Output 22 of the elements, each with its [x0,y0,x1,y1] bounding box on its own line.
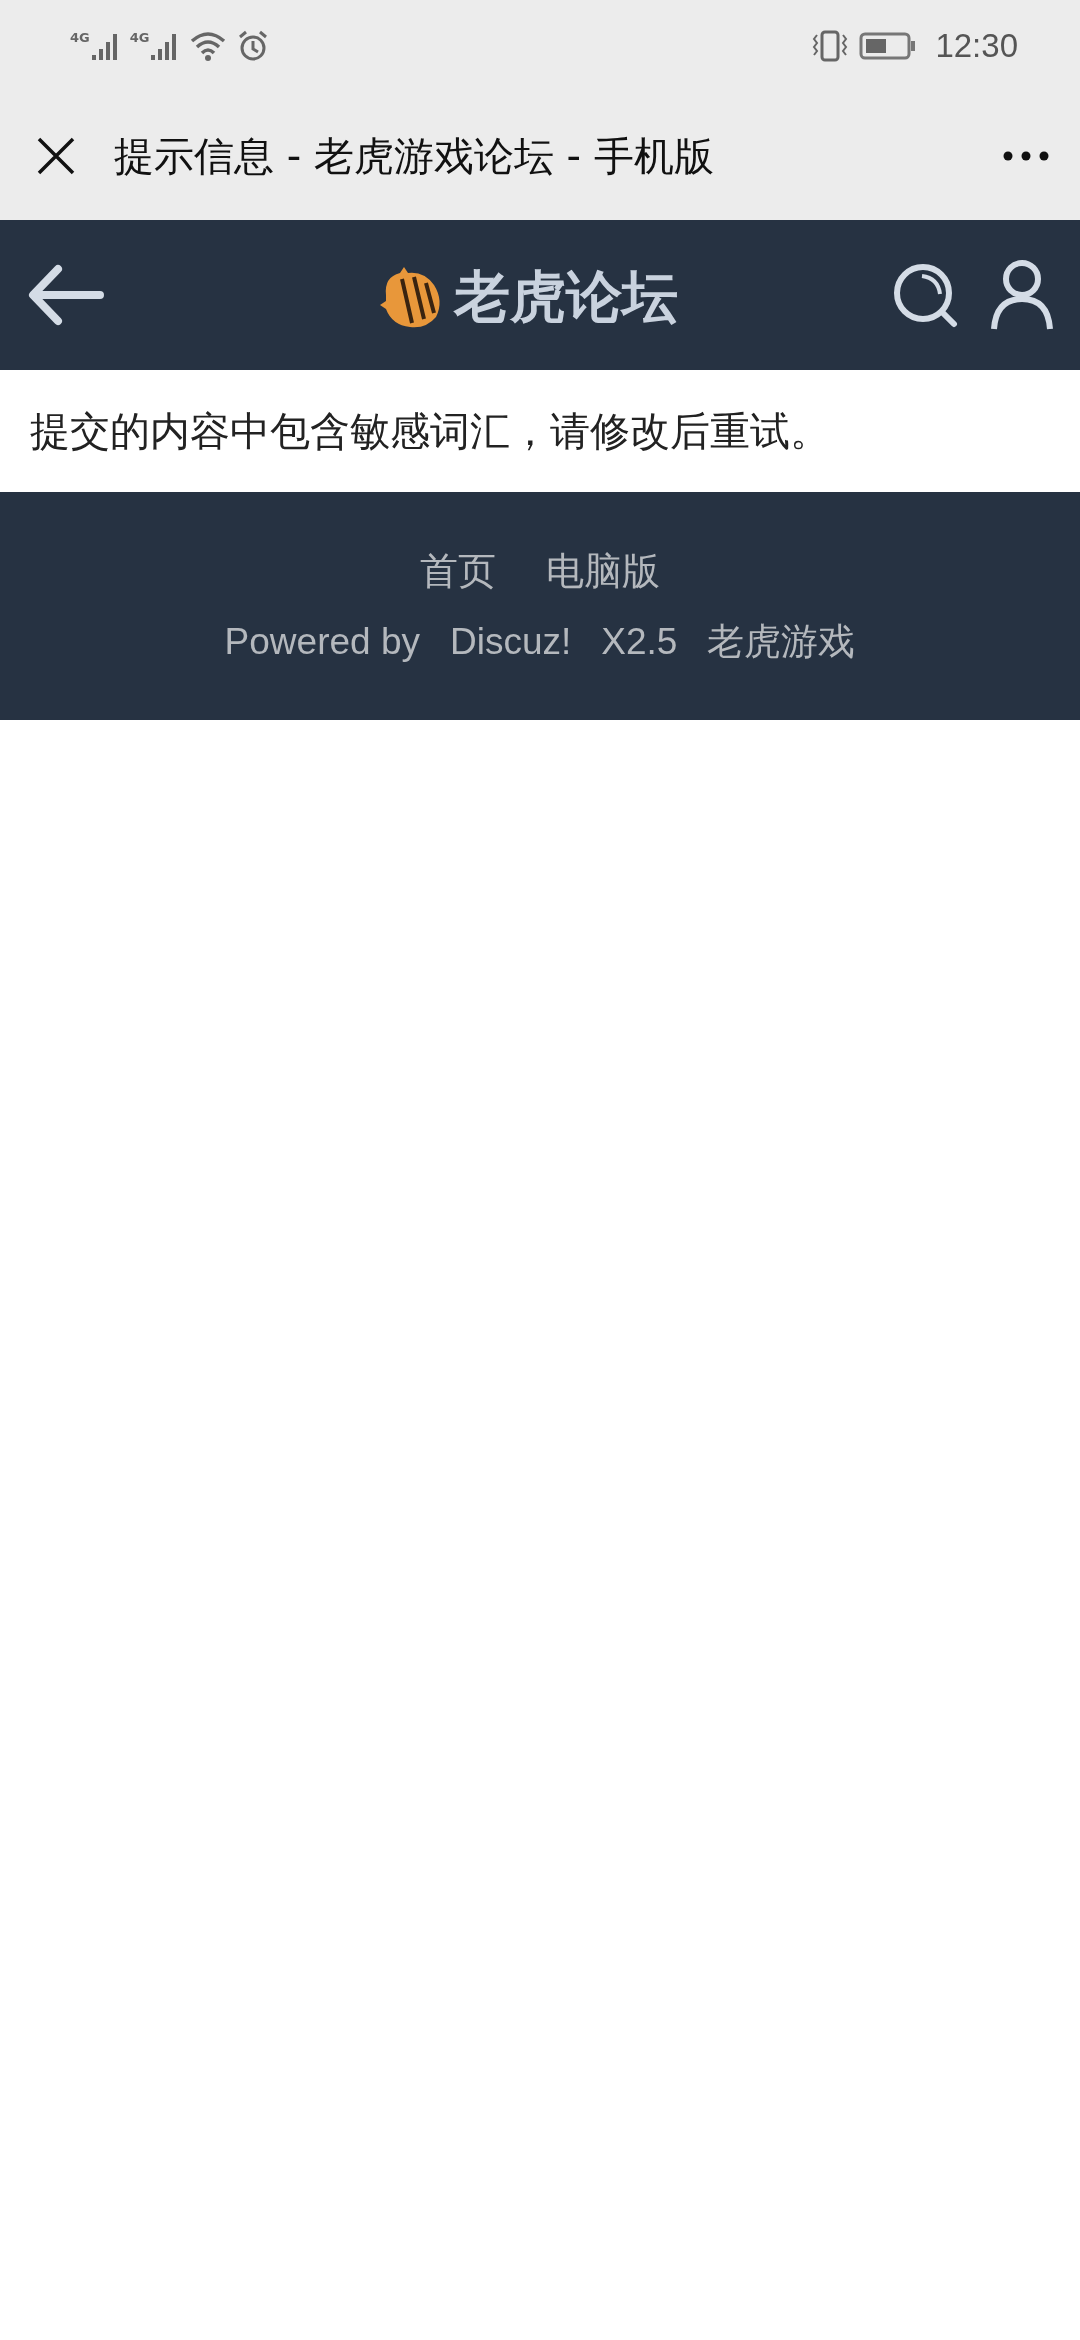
signal-icon [89,31,120,61]
credit-text: X2.5 [601,620,678,663]
status-time: 12:30 [935,27,1018,65]
alarm-icon [237,30,270,62]
credit-text: Powered by [224,620,420,663]
wifi-icon [189,30,228,62]
close-icon[interactable] [36,136,76,176]
more-icon[interactable] [1002,150,1050,162]
footer-link[interactable]: 首页 [420,545,496,597]
logo-text: 老虎论坛 [454,263,678,331]
battery-icon [859,31,918,61]
back-icon[interactable] [28,264,104,326]
network-type: 4G [129,31,150,44]
window-title: 提示信息 - 老虎游戏论坛 - 手机版 [114,131,715,181]
network-type: 4G [70,31,90,44]
vibrate-icon [811,29,850,63]
user-icon[interactable] [990,259,1054,331]
search-icon[interactable] [892,262,958,328]
credit-text: Discuz! [449,620,572,663]
error-message: 提交的内容中包含敏感词汇，请修改后重试。 [30,406,830,456]
credit-text: 老虎游戏 [707,619,856,664]
footer-link[interactable]: 电脑版 [546,545,660,597]
